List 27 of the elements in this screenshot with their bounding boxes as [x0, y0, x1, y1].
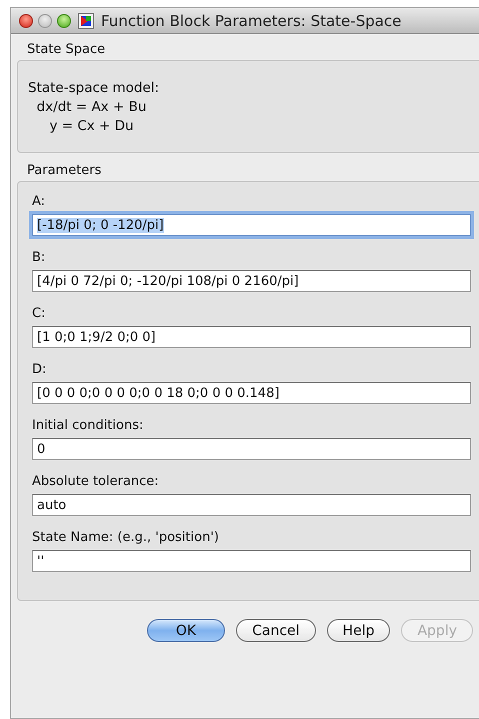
block-icon	[78, 12, 94, 28]
field-label: D:	[32, 362, 48, 377]
input-field[interactable]: [0 0 0 0;0 0 0 0;0 0 18 0;0 0 0 0.148]	[32, 382, 471, 404]
input-field[interactable]: [4/pi 0 72/pi 0; -120/pi 108/pi 0 2160/pi]	[32, 270, 471, 292]
field-label: A:	[32, 194, 46, 209]
section-title: State Space	[26, 42, 106, 57]
field-label: B:	[32, 250, 46, 265]
field-label: C:	[32, 306, 46, 321]
description-text: y = Cx + Du	[48, 117, 135, 136]
section-title: Parameters	[26, 163, 102, 178]
field-label: Absolute tolerance:	[32, 474, 160, 489]
input-field[interactable]: [-18/pi 0; 0 -120/pi]	[32, 214, 471, 236]
zoom-button[interactable]	[57, 14, 71, 28]
minimize-button[interactable]	[38, 14, 52, 28]
input-field[interactable]: [1 0;0 1;9/2 0;0 0]	[32, 326, 471, 348]
input-field[interactable]: ''	[32, 550, 471, 572]
window-title: Function Block Parameters: State-Space	[101, 12, 402, 30]
dialog-button[interactable]: Cancel	[236, 619, 316, 642]
input-field[interactable]: auto	[32, 494, 471, 516]
description-text: State-space model:	[28, 79, 160, 98]
field-label: State Name: (e.g., 'position')	[32, 530, 220, 545]
close-button[interactable]	[19, 14, 33, 28]
dialog-button[interactable]: OK	[146, 619, 226, 642]
input-field[interactable]: 0	[32, 438, 471, 460]
description-text: dx/dt = Ax + Bu	[36, 98, 148, 117]
field-label: Initial conditions:	[32, 418, 144, 433]
dialog-button[interactable]: Help	[326, 619, 390, 642]
